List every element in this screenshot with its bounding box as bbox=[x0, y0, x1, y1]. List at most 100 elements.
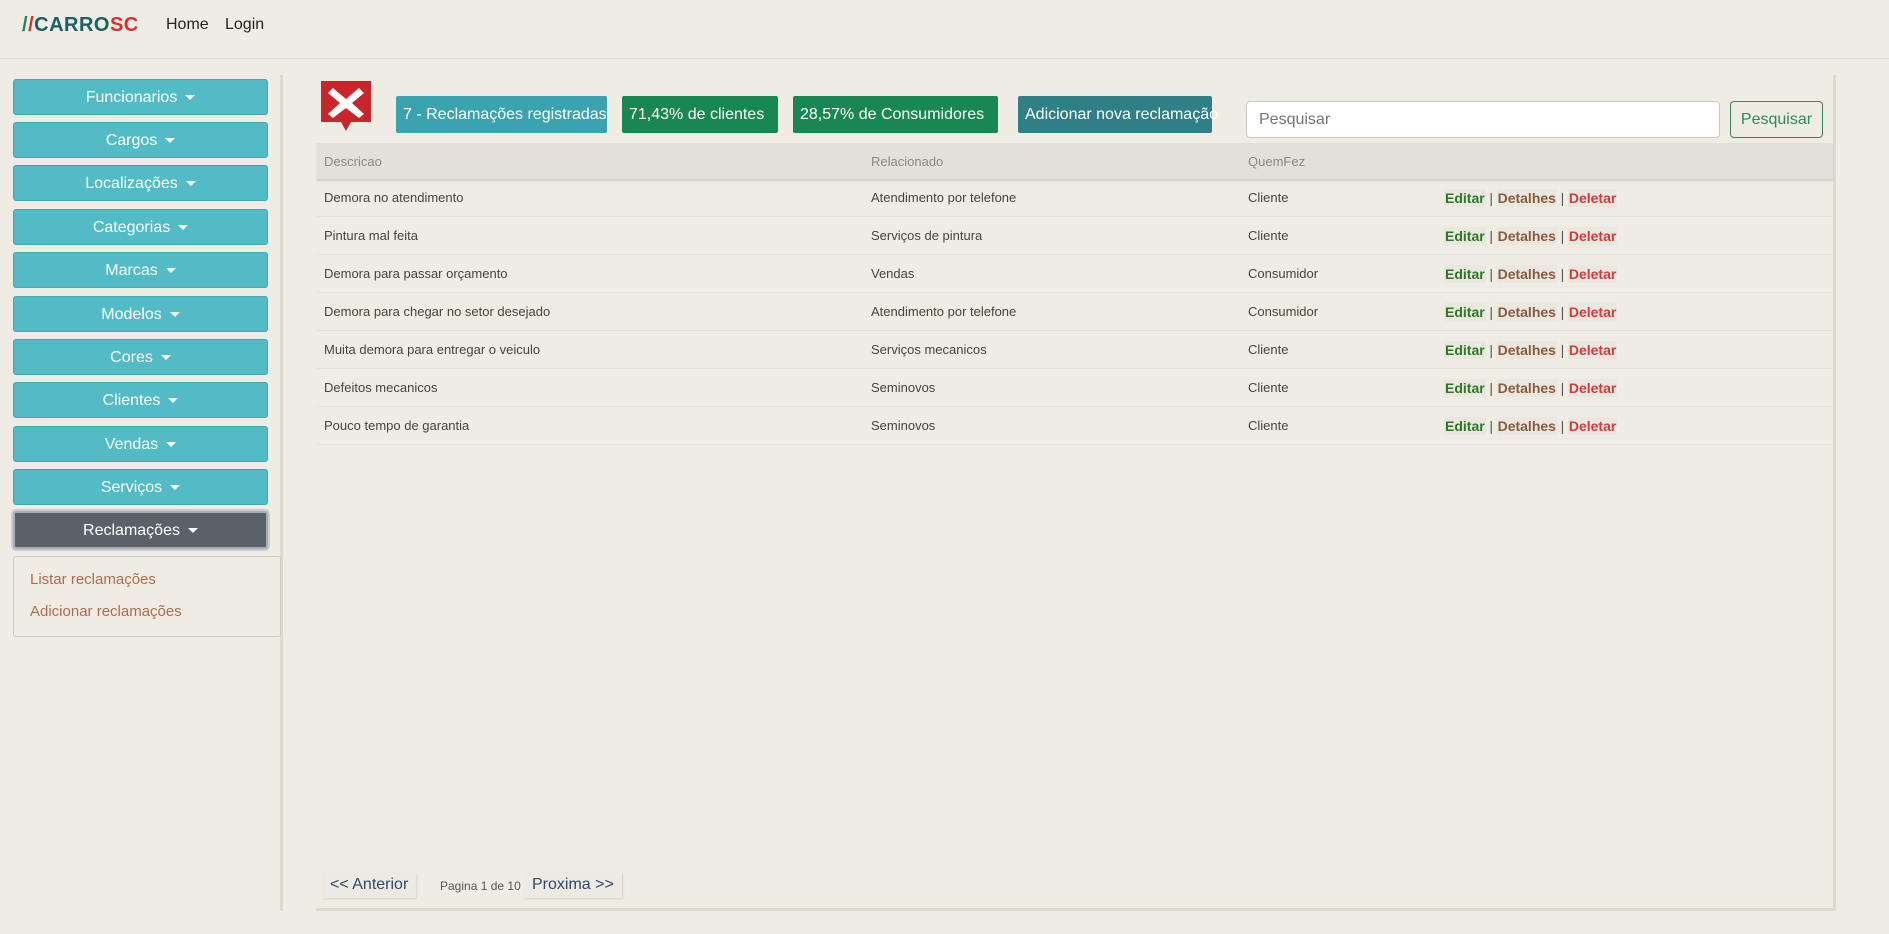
edit-link[interactable]: Editar bbox=[1444, 302, 1486, 321]
details-link[interactable]: Detalhes bbox=[1496, 264, 1557, 283]
edit-link[interactable]: Editar bbox=[1444, 226, 1486, 245]
sidebar-item-categorias[interactable]: Categorias bbox=[13, 209, 268, 245]
delete-link[interactable]: Deletar bbox=[1567, 302, 1618, 321]
caret-down-icon bbox=[185, 95, 196, 101]
table-row: Pintura mal feita Serviços de pintura Clie… bbox=[317, 216, 1833, 255]
delete-link[interactable]: Deletar bbox=[1567, 416, 1618, 435]
sidebar-item-cores[interactable]: Cores bbox=[13, 339, 268, 375]
cell-actions: Editar | Detalhes | Deletar bbox=[1437, 406, 1833, 445]
details-link[interactable]: Detalhes bbox=[1496, 226, 1557, 245]
column-header-descricao[interactable]: Descricao bbox=[317, 143, 864, 179]
reclamacoes-table: Descricao Relacionado QuemFez Demora no … bbox=[317, 143, 1833, 445]
caret-down-icon bbox=[168, 398, 179, 404]
table-row: Demora para passar orçamento Vendas Consum… bbox=[317, 254, 1833, 293]
delete-link[interactable]: Deletar bbox=[1567, 378, 1618, 397]
sidebar-item-marcas[interactable]: Marcas bbox=[13, 252, 268, 288]
table-row: Defeitos mecanicos Seminovos Cliente Editar… bbox=[317, 368, 1833, 407]
search-button[interactable]: Pesquisar bbox=[1730, 101, 1823, 138]
table-row: Muita demora para entregar o veiculo Serv… bbox=[317, 330, 1833, 369]
delete-link[interactable]: Deletar bbox=[1567, 340, 1618, 359]
edit-link[interactable]: Editar bbox=[1444, 416, 1486, 435]
pagination-previous-button[interactable]: << Anterior bbox=[322, 872, 417, 898]
dropdown-item-adicionar-reclamacoes[interactable]: Adicionar reclamações bbox=[30, 603, 182, 620]
action-separator: | bbox=[1560, 303, 1565, 320]
action-separator: | bbox=[1489, 227, 1493, 244]
action-separator: | bbox=[1560, 189, 1565, 206]
clientes-percent-badge: 71,43% de clientes bbox=[622, 96, 778, 133]
top-navbar: //CARROSC Home Login bbox=[0, 0, 1889, 59]
sidebar-item-reclamacoes[interactable]: Reclamações bbox=[13, 511, 268, 549]
action-separator: | bbox=[1489, 189, 1493, 206]
cell-descricao: Pouco tempo de garantia bbox=[317, 406, 864, 445]
pagination-info: Pagina 1 de 10 bbox=[440, 879, 521, 893]
delete-link[interactable]: Deletar bbox=[1567, 188, 1618, 207]
action-separator: | bbox=[1489, 341, 1493, 358]
x-marker-icon bbox=[321, 81, 371, 131]
caret-down-icon bbox=[170, 485, 181, 491]
cell-relacionado: Vendas bbox=[864, 254, 1241, 293]
sidebar-item-cargos[interactable]: Cargos bbox=[13, 122, 268, 158]
reclamacoes-dropdown-menu: Listar reclamações Adicionar reclamações bbox=[13, 556, 281, 637]
cell-quemfez: Consumidor bbox=[1241, 254, 1437, 293]
action-separator: | bbox=[1560, 417, 1565, 434]
caret-down-icon bbox=[185, 181, 196, 187]
table-row: Demora no atendimento Atendimento por tel… bbox=[317, 179, 1833, 217]
caret-down-icon bbox=[187, 528, 198, 534]
cell-relacionado: Serviços mecanicos bbox=[864, 330, 1241, 369]
cell-descricao: Demora no atendimento bbox=[317, 179, 864, 217]
details-link[interactable]: Detalhes bbox=[1496, 302, 1557, 321]
add-reclamacao-button[interactable]: Adicionar nova reclamação bbox=[1018, 96, 1218, 133]
sidebar-item-servicos[interactable]: Serviços bbox=[13, 469, 268, 505]
nav-home-link[interactable]: Home bbox=[166, 16, 209, 34]
action-separator: | bbox=[1560, 379, 1565, 396]
cell-relacionado: Atendimento por telefone bbox=[864, 292, 1241, 331]
sidebar: Funcionarios Cargos Localizações Categor… bbox=[8, 75, 283, 911]
cell-relacionado: Serviços de pintura bbox=[864, 216, 1241, 255]
total-reclamacoes-badge: 7 - Reclamações registradas bbox=[396, 96, 607, 133]
brand-name-b: SC bbox=[109, 14, 139, 36]
edit-link[interactable]: Editar bbox=[1444, 378, 1486, 397]
column-header-relacionado[interactable]: Relacionado bbox=[864, 143, 1241, 179]
column-header-actions bbox=[1437, 143, 1833, 179]
nav-login-link[interactable]: Login bbox=[225, 16, 264, 34]
sidebar-item-vendas[interactable]: Vendas bbox=[13, 426, 268, 462]
cell-quemfez: Cliente bbox=[1241, 179, 1437, 217]
cell-actions: Editar | Detalhes | Deletar bbox=[1437, 216, 1833, 255]
edit-link[interactable]: Editar bbox=[1444, 264, 1486, 283]
edit-link[interactable]: Editar bbox=[1444, 340, 1486, 359]
delete-link[interactable]: Deletar bbox=[1567, 264, 1618, 283]
details-link[interactable]: Detalhes bbox=[1496, 188, 1557, 207]
details-link[interactable]: Detalhes bbox=[1496, 340, 1557, 359]
sidebar-item-localizacoes[interactable]: Localizações bbox=[13, 165, 268, 201]
cell-descricao: Muita demora para entregar o veiculo bbox=[317, 330, 864, 369]
sidebar-item-funcionarios[interactable]: Funcionarios bbox=[13, 79, 268, 115]
column-header-quemfez[interactable]: QuemFez bbox=[1241, 143, 1437, 179]
edit-link[interactable]: Editar bbox=[1444, 188, 1486, 207]
table-row: Demora para chegar no setor desejado Aten… bbox=[317, 292, 1833, 331]
cell-quemfez: Cliente bbox=[1241, 368, 1437, 407]
action-separator: | bbox=[1489, 417, 1493, 434]
table-row: Pouco tempo de garantia Seminovos Cliente E… bbox=[317, 406, 1833, 445]
brand-logo[interactable]: //CARROSC bbox=[22, 14, 139, 37]
sidebar-item-modelos[interactable]: Modelos bbox=[13, 296, 268, 332]
caret-down-icon bbox=[166, 442, 177, 448]
delete-link[interactable]: Deletar bbox=[1567, 226, 1618, 245]
caret-down-icon bbox=[160, 355, 171, 361]
cell-relacionado: Seminovos bbox=[864, 368, 1241, 407]
cell-quemfez: Cliente bbox=[1241, 330, 1437, 369]
cell-actions: Editar | Detalhes | Deletar bbox=[1437, 330, 1833, 369]
cell-quemfez: Cliente bbox=[1241, 216, 1437, 255]
cell-descricao: Demora para passar orçamento bbox=[317, 254, 864, 293]
cell-actions: Editar | Detalhes | Deletar bbox=[1437, 368, 1833, 407]
pagination-next-button[interactable]: Proxima >> bbox=[524, 872, 622, 898]
dropdown-item-listar-reclamacoes[interactable]: Listar reclamações bbox=[30, 571, 156, 588]
details-link[interactable]: Detalhes bbox=[1496, 416, 1557, 435]
sidebar-item-clientes[interactable]: Clientes bbox=[13, 382, 268, 418]
action-separator: | bbox=[1560, 265, 1565, 282]
details-link[interactable]: Detalhes bbox=[1496, 378, 1557, 397]
cell-descricao: Pintura mal feita bbox=[317, 216, 864, 255]
cell-quemfez: Consumidor bbox=[1241, 292, 1437, 331]
brand-name-a: CARRO bbox=[34, 14, 110, 36]
search-input[interactable] bbox=[1246, 101, 1720, 138]
caret-down-icon bbox=[169, 312, 180, 318]
